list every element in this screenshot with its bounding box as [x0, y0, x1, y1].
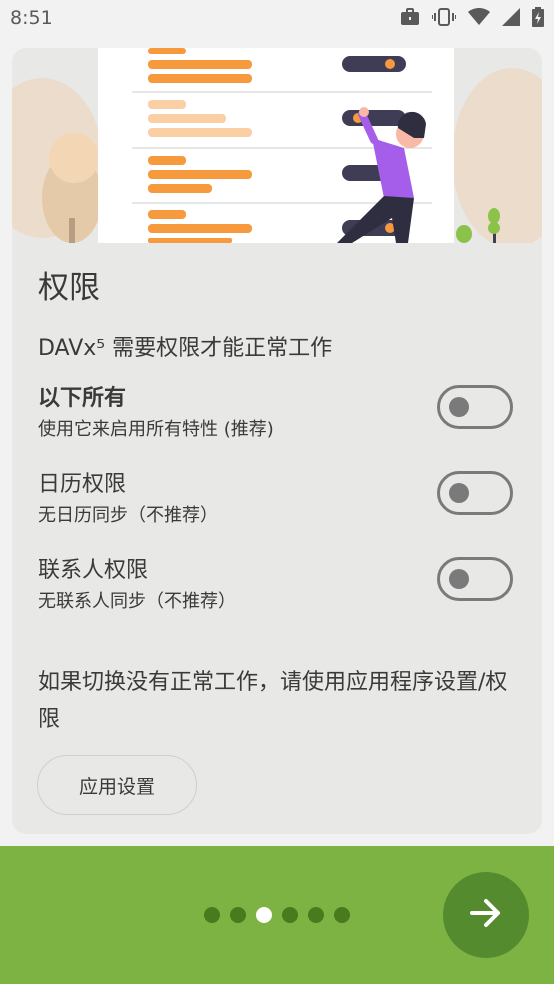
page-dot	[334, 907, 350, 923]
toggle-knob	[449, 483, 469, 503]
app-settings-button[interactable]: 应用设置	[37, 755, 197, 815]
arrow-right-icon	[468, 895, 504, 935]
cell-signal-icon	[502, 8, 520, 30]
permissions-title: 权限	[38, 270, 100, 306]
status-icons	[400, 7, 544, 31]
bottom-bar	[0, 846, 554, 984]
next-button[interactable]	[443, 872, 529, 958]
permission-description: 使用它来启用所有特性 (推荐)	[38, 419, 274, 440]
contacts-permission-toggle[interactable]	[437, 557, 513, 601]
permissions-subtitle: DAVx⁵ 需要权限才能正常工作	[38, 336, 333, 361]
vibrate-icon	[431, 7, 457, 31]
permission-row-all[interactable]: 以下所有 使用它来启用所有特性 (推荐)	[12, 380, 542, 450]
permission-description: 无联系人同步（不推荐）	[38, 591, 236, 612]
status-bar: 8:51	[0, 0, 554, 38]
toggle-knob	[449, 569, 469, 589]
page-dot	[282, 907, 298, 923]
work-profile-icon	[400, 8, 420, 30]
page-indicator	[204, 907, 350, 923]
page-dot	[204, 907, 220, 923]
permission-title: 日历权限	[38, 472, 127, 497]
all-permissions-toggle[interactable]	[437, 385, 513, 429]
permission-title: 联系人权限	[38, 558, 149, 583]
battery-icon	[532, 7, 544, 31]
page-dot	[308, 907, 324, 923]
permission-row-contacts[interactable]: 联系人权限 无联系人同步（不推荐）	[12, 552, 542, 622]
wifi-icon	[468, 7, 490, 30]
toggle-knob	[449, 397, 469, 417]
page-dot	[230, 907, 246, 923]
page-dot-active	[256, 907, 272, 923]
permission-row-calendar[interactable]: 日历权限 无日历同步（不推荐）	[12, 466, 542, 536]
permission-description: 无日历同步（不推荐）	[38, 505, 218, 526]
permission-title: 以下所有	[38, 386, 127, 411]
calendar-permission-toggle[interactable]	[437, 471, 513, 515]
permissions-card: 权限 DAVx⁵ 需要权限才能正常工作 以下所有 使用它来启用所有特性 (推荐)…	[12, 48, 542, 834]
permissions-illustration	[12, 48, 542, 243]
permissions-note: 如果切换没有正常工作，请使用应用程序设置/权限	[38, 670, 508, 732]
status-time: 8:51	[10, 7, 53, 29]
